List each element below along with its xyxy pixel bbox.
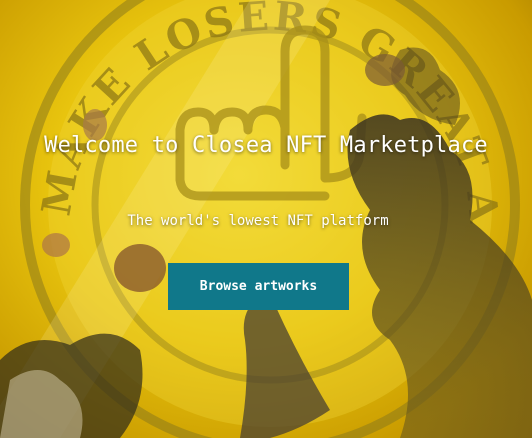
browse-artworks-button[interactable]: Browse artworks <box>168 263 349 310</box>
hero-subtitle: The world's lowest NFT platform <box>127 213 389 229</box>
hero-title: Welcome to Closea NFT Marketplace <box>44 133 488 158</box>
hero-section: MAKE LOSERS GREAT AGAIN Welcome to Close… <box>0 0 532 438</box>
